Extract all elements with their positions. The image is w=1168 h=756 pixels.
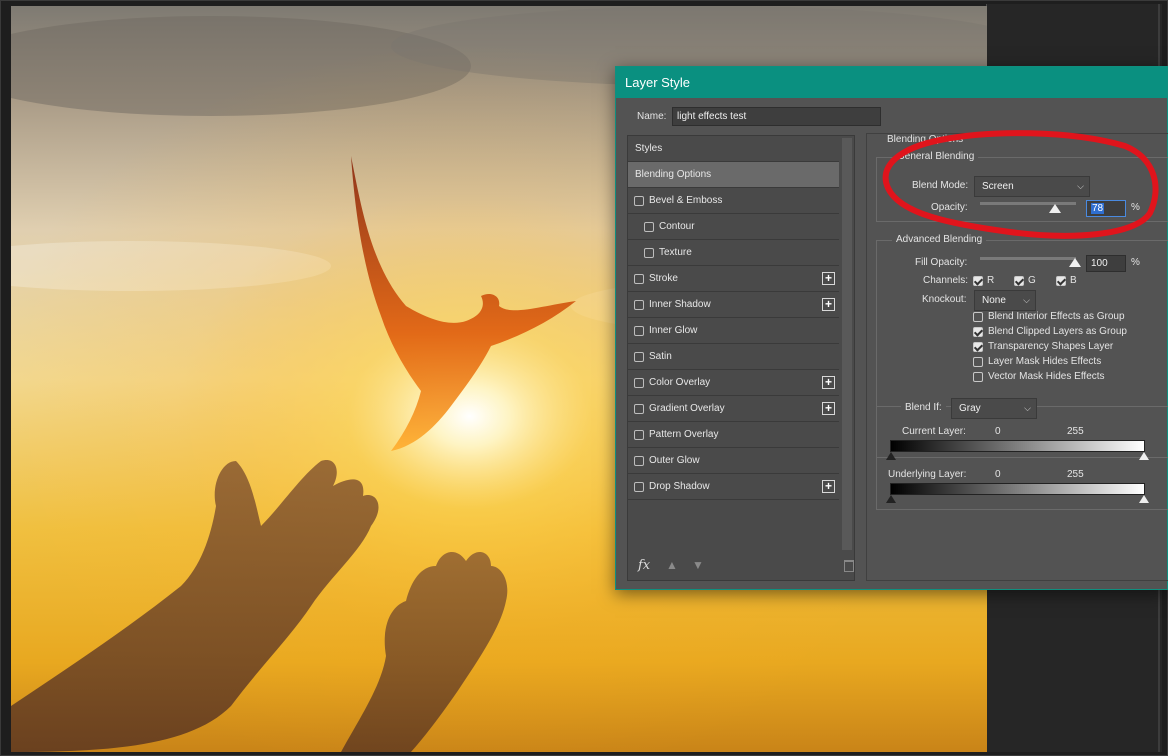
current-layer-high: 255	[1067, 426, 1084, 437]
layer-mask-hides-label: Layer Mask Hides Effects	[988, 356, 1102, 367]
red-annotation-circle	[882, 130, 1159, 239]
current-layer-gradient	[890, 440, 1145, 452]
underlying-layer-gradient	[890, 483, 1145, 495]
fill-opacity-label: Fill Opacity:	[915, 257, 968, 268]
styles-header[interactable]: Styles	[628, 136, 839, 162]
fill-opacity-percent: %	[1131, 257, 1140, 268]
style-item-inner-shadow[interactable]: Inner Shadow +	[628, 292, 839, 318]
blend-if-value: Gray	[959, 403, 981, 414]
style-item-pattern-overlay[interactable]: Pattern Overlay	[628, 422, 839, 448]
chevron-down-icon: ⌵	[1023, 295, 1030, 305]
stroke-checkbox[interactable]	[634, 274, 644, 284]
knockout-select[interactable]: None ⌵	[974, 290, 1036, 311]
blend-if-label: Blend If:	[901, 402, 946, 413]
channel-g-label: G	[1028, 275, 1036, 286]
style-item-inner-glow[interactable]: Inner Glow	[628, 318, 839, 344]
fill-opacity-input[interactable]: 100	[1086, 255, 1126, 272]
style-item-stroke[interactable]: Stroke +	[628, 266, 839, 292]
blend-interior-label: Blend Interior Effects as Group	[988, 311, 1125, 322]
move-up-arrow-icon[interactable]: ▲	[666, 558, 678, 572]
current-layer-low: 0	[995, 426, 1001, 437]
style-item-bevel-emboss[interactable]: Bevel & Emboss	[628, 188, 839, 214]
satin-checkbox[interactable]	[634, 352, 644, 362]
move-down-arrow-icon[interactable]: ▼	[692, 558, 704, 572]
style-item-label: Gradient Overlay	[649, 403, 725, 414]
color-overlay-checkbox[interactable]	[634, 378, 644, 388]
texture-checkbox[interactable]	[644, 248, 654, 258]
trash-icon[interactable]	[844, 560, 854, 572]
transparency-shapes-checkbox[interactable]	[973, 342, 983, 352]
vector-mask-hides-label: Vector Mask Hides Effects	[988, 371, 1105, 382]
channel-r-checkbox[interactable]	[973, 276, 983, 286]
blend-if-select[interactable]: Gray ⌵	[951, 398, 1037, 419]
channel-r-label: R	[987, 275, 995, 286]
layer-name-input[interactable]: light effects test	[672, 107, 881, 126]
add-stroke-plus-icon[interactable]: +	[822, 272, 835, 285]
style-item-color-overlay[interactable]: Color Overlay +	[628, 370, 839, 396]
transparency-shapes-label: Transparency Shapes Layer	[988, 341, 1114, 352]
style-item-blending-options[interactable]: Blending Options	[628, 162, 839, 188]
style-item-satin[interactable]: Satin	[628, 344, 839, 370]
style-item-outer-glow[interactable]: Outer Glow	[628, 448, 839, 474]
add-color-overlay-plus-icon[interactable]: +	[822, 376, 835, 389]
current-layer-label: Current Layer:	[902, 426, 966, 437]
style-item-label: Inner Glow	[649, 325, 698, 336]
fill-opacity-slider-thumb[interactable]	[1069, 258, 1081, 267]
current-layer-black-slider[interactable]	[886, 452, 896, 460]
inner-glow-checkbox[interactable]	[634, 326, 644, 336]
knockout-value: None	[982, 295, 1006, 306]
fill-opacity-slider-track[interactable]	[980, 257, 1076, 260]
outer-glow-checkbox[interactable]	[634, 456, 644, 466]
contour-checkbox[interactable]	[644, 222, 654, 232]
style-item-label: Satin	[649, 351, 672, 362]
name-label: Name:	[637, 111, 667, 122]
style-item-label: Bevel & Emboss	[649, 195, 723, 206]
underlying-layer-high: 255	[1067, 469, 1084, 480]
bevel-checkbox[interactable]	[634, 196, 644, 206]
dialog-title[interactable]: Layer Style	[616, 67, 1167, 98]
style-item-label: Outer Glow	[649, 455, 700, 466]
styles-scrollbar[interactable]	[842, 138, 852, 550]
style-item-drop-shadow[interactable]: Drop Shadow +	[628, 474, 839, 500]
gradient-overlay-checkbox[interactable]	[634, 404, 644, 414]
style-item-label: Stroke	[649, 273, 678, 284]
channel-g-checkbox[interactable]	[1014, 276, 1024, 286]
underlying-layer-low: 0	[995, 469, 1001, 480]
style-item-label: Contour	[659, 221, 695, 232]
channels-label: Channels:	[923, 275, 969, 286]
knockout-label: Knockout:	[922, 294, 967, 305]
current-layer-white-slider[interactable]	[1139, 452, 1149, 460]
vector-mask-hides-checkbox[interactable]	[973, 372, 983, 382]
add-inner-shadow-plus-icon[interactable]: +	[822, 298, 835, 311]
style-item-label: Pattern Overlay	[649, 429, 719, 440]
inner-shadow-checkbox[interactable]	[634, 300, 644, 310]
channel-b-checkbox[interactable]	[1056, 276, 1066, 286]
underlying-layer-label: Underlying Layer:	[888, 469, 967, 480]
chevron-down-icon: ⌵	[1024, 403, 1031, 413]
styles-list: Styles Blending Options Bevel & Emboss C…	[627, 135, 855, 581]
underlying-layer-black-slider[interactable]	[886, 495, 896, 503]
layer-mask-hides-checkbox[interactable]	[973, 357, 983, 367]
blend-clipped-label: Blend Clipped Layers as Group	[988, 326, 1127, 337]
style-item-contour[interactable]: Contour	[628, 214, 839, 240]
style-item-label: Drop Shadow	[649, 481, 710, 492]
fx-icon[interactable]: fx	[638, 558, 650, 573]
pattern-overlay-checkbox[interactable]	[634, 430, 644, 440]
effects-toolbar: fx ▲ ▼	[636, 556, 854, 578]
style-item-label: Color Overlay	[649, 377, 711, 388]
drop-shadow-checkbox[interactable]	[634, 482, 644, 492]
add-gradient-overlay-plus-icon[interactable]: +	[822, 402, 835, 415]
channel-b-label: B	[1070, 275, 1077, 286]
style-item-label: Texture	[659, 247, 692, 258]
underlying-layer-white-slider[interactable]	[1139, 495, 1149, 503]
style-item-texture[interactable]: Texture	[628, 240, 839, 266]
blend-clipped-checkbox[interactable]	[973, 327, 983, 337]
blend-interior-checkbox[interactable]	[973, 312, 983, 322]
style-item-label: Inner Shadow	[649, 299, 711, 310]
add-drop-shadow-plus-icon[interactable]: +	[822, 480, 835, 493]
style-item-gradient-overlay[interactable]: Gradient Overlay +	[628, 396, 839, 422]
